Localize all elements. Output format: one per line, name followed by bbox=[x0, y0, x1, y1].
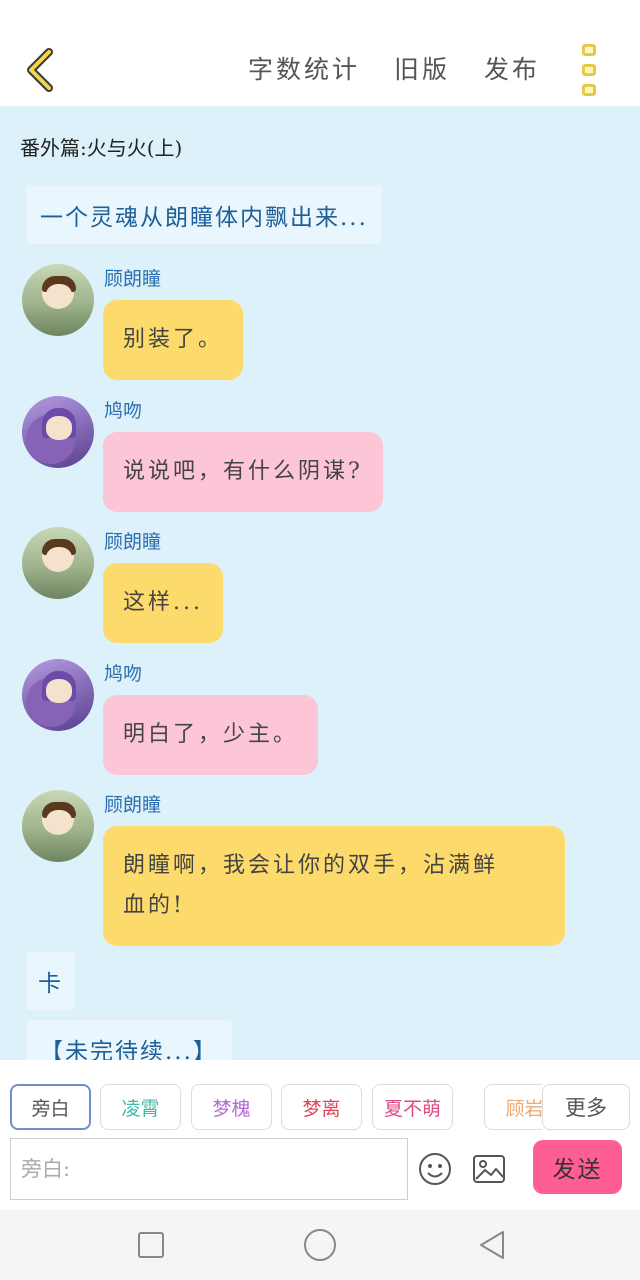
message-bubble[interactable]: 别装了。 bbox=[103, 300, 244, 380]
system-nav-bar bbox=[0, 1210, 640, 1280]
circle-icon bbox=[304, 1229, 336, 1261]
role-label: 夏不萌 bbox=[383, 1097, 441, 1120]
avatar[interactable] bbox=[22, 659, 94, 731]
emoji-icon[interactable] bbox=[418, 1152, 452, 1186]
back-button[interactable] bbox=[18, 44, 62, 96]
role-button-lingxiao[interactable]: 凌霄 bbox=[100, 1084, 181, 1130]
role-label: 梦槐 bbox=[212, 1097, 251, 1120]
message-bubble[interactable]: 说说吧，有什么阴谋? bbox=[103, 432, 383, 512]
image-icon[interactable] bbox=[472, 1154, 506, 1184]
sender-name: 顾朗瞳 bbox=[104, 794, 162, 816]
input-panel: 旁白 凌霄 梦槐 梦离 夏不萌 顾岩 更多 发送 bbox=[0, 1060, 640, 1210]
role-label: 凌霄 bbox=[121, 1097, 160, 1120]
role-label: 顾岩 bbox=[505, 1097, 542, 1120]
chat-area[interactable]: 番外篇:火与火(上) 一个灵魂从朗瞳体内飘出来... 顾朗瞳 别装了。 鸠吻 说… bbox=[0, 106, 640, 1060]
avatar[interactable] bbox=[22, 790, 94, 862]
publish-button[interactable]: 发布 bbox=[484, 50, 540, 86]
menu-dot-icon bbox=[582, 64, 596, 76]
role-button-mengli[interactable]: 梦离 bbox=[281, 1084, 362, 1130]
menu-dot-icon bbox=[582, 84, 596, 96]
narration-bubble[interactable]: 【未完待续...】 bbox=[26, 1020, 232, 1060]
role-selector: 旁白 凌霄 梦槐 梦离 夏不萌 顾岩 bbox=[10, 1084, 542, 1132]
more-roles-button[interactable]: 更多 bbox=[542, 1084, 630, 1130]
narration-bubble[interactable]: 卡 bbox=[26, 952, 75, 1010]
square-icon bbox=[138, 1232, 164, 1258]
top-bar: 字数统计 旧版 发布 bbox=[0, 0, 640, 106]
message-bubble[interactable]: 朗瞳啊，我会让你的双手，沾满鲜 血的! bbox=[103, 826, 565, 946]
sender-name: 顾朗瞳 bbox=[104, 531, 162, 553]
sender-name: 鸠吻 bbox=[104, 400, 143, 422]
more-menu-button[interactable] bbox=[578, 44, 600, 96]
message-input[interactable] bbox=[10, 1138, 408, 1200]
avatar[interactable] bbox=[22, 396, 94, 468]
narration-bubble[interactable]: 一个灵魂从朗瞳体内飘出来... bbox=[26, 186, 382, 244]
word-count-button[interactable]: 字数统计 bbox=[248, 50, 360, 86]
home-button[interactable] bbox=[302, 1227, 338, 1263]
menu-dot-icon bbox=[582, 44, 596, 56]
message-line: 朗瞳啊，我会让你的双手，沾满鲜 bbox=[123, 853, 499, 878]
chevron-left-icon bbox=[27, 48, 53, 92]
message-bubble[interactable]: 这样... bbox=[103, 563, 223, 643]
avatar[interactable] bbox=[22, 527, 94, 599]
header-actions: 字数统计 旧版 发布 bbox=[248, 50, 540, 86]
role-button-menghuai[interactable]: 梦槐 bbox=[191, 1084, 272, 1130]
role-label: 梦离 bbox=[302, 1097, 341, 1120]
role-button-narrator[interactable]: 旁白 bbox=[10, 1084, 91, 1130]
role-button-guyan[interactable]: 顾岩 bbox=[484, 1084, 542, 1130]
sender-name: 顾朗瞳 bbox=[104, 268, 162, 290]
triangle-back-icon bbox=[480, 1231, 504, 1259]
back-nav-button[interactable] bbox=[474, 1227, 510, 1263]
sender-name: 鸠吻 bbox=[104, 663, 143, 685]
message-bubble[interactable]: 明白了，少主。 bbox=[103, 695, 319, 775]
old-version-button[interactable]: 旧版 bbox=[394, 50, 450, 86]
role-button-xiabumeng[interactable]: 夏不萌 bbox=[372, 1084, 453, 1130]
role-label: 旁白 bbox=[31, 1097, 70, 1120]
message-line: 血的! bbox=[123, 893, 185, 918]
chapter-title: 番外篇:火与火(上) bbox=[20, 136, 183, 160]
avatar[interactable] bbox=[22, 264, 94, 336]
send-button[interactable]: 发送 bbox=[533, 1140, 622, 1194]
recent-apps-button[interactable] bbox=[133, 1227, 169, 1263]
